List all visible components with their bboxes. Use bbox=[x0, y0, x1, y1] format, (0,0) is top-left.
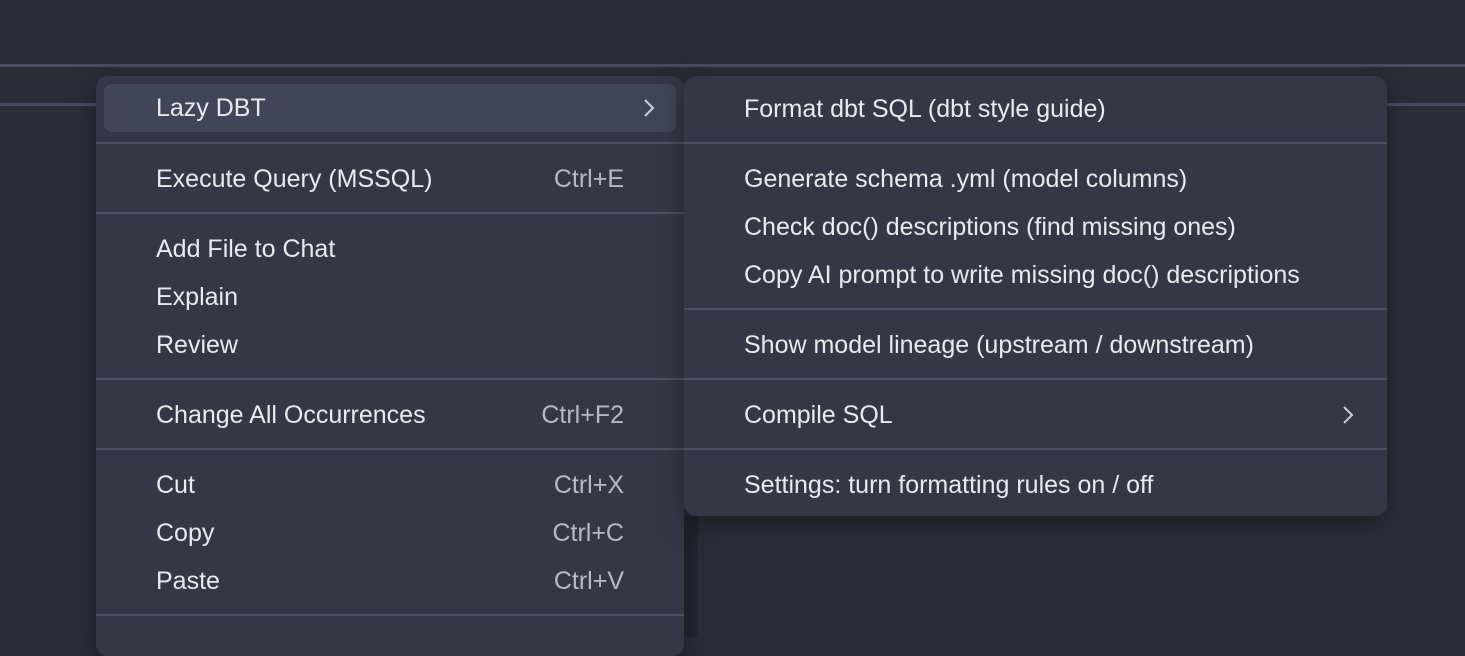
menu-item-execute-query[interactable]: Execute Query (MSSQL) Ctrl+E bbox=[104, 155, 676, 203]
menu-item-label: Check doc() descriptions (find missing o… bbox=[744, 212, 1236, 241]
menu-item-shortcut: Ctrl+V bbox=[553, 566, 624, 595]
menu-item-shortcut: Ctrl+F2 bbox=[541, 400, 624, 429]
title-bar bbox=[0, 0, 1465, 64]
menu-item-label: Change All Occurrences bbox=[156, 400, 426, 429]
menu-item-review[interactable]: Review bbox=[104, 321, 676, 369]
editor-gutter bbox=[684, 516, 698, 638]
menu-separator bbox=[96, 378, 684, 380]
submenu-item-show-model-lineage[interactable]: Show model lineage (upstream / downstrea… bbox=[684, 321, 1387, 369]
chevron-right-icon bbox=[644, 99, 655, 117]
menu-item-explain[interactable]: Explain bbox=[104, 273, 676, 321]
menu-item-add-file-to-chat[interactable]: Add File to Chat bbox=[104, 225, 676, 273]
menu-item-label: Lazy DBT bbox=[156, 93, 266, 122]
submenu-item-settings-formatting-rules[interactable]: Settings: turn formatting rules on / off bbox=[684, 461, 1387, 509]
submenu-item-format-dbt-sql[interactable]: Format dbt SQL (dbt style guide) bbox=[684, 85, 1387, 133]
submenu-item-check-doc-descriptions[interactable]: Check doc() descriptions (find missing o… bbox=[684, 203, 1387, 251]
menu-separator bbox=[96, 614, 684, 616]
submenu-item-generate-schema-yml[interactable]: Generate schema .yml (model columns) bbox=[684, 155, 1387, 203]
menu-item-label: Explain bbox=[156, 282, 238, 311]
menu-item-shortcut: Ctrl+E bbox=[553, 164, 624, 193]
menu-item-label: Cut bbox=[156, 470, 195, 499]
menu-item-label: Review bbox=[156, 330, 238, 359]
top-divider bbox=[0, 64, 1465, 67]
menu-separator bbox=[684, 378, 1387, 380]
menu-separator bbox=[684, 448, 1387, 450]
menu-item-lazy-dbt[interactable]: Lazy DBT bbox=[104, 84, 676, 132]
menu-item-paste[interactable]: Paste Ctrl+V bbox=[104, 557, 676, 605]
menu-item-change-all-occurrences[interactable]: Change All Occurrences Ctrl+F2 bbox=[104, 391, 676, 439]
menu-item-cut[interactable]: Cut Ctrl+X bbox=[104, 461, 676, 509]
menu-separator bbox=[684, 308, 1387, 310]
menu-item-label: Copy AI prompt to write missing doc() de… bbox=[744, 260, 1300, 289]
menu-separator bbox=[96, 142, 684, 144]
menu-item-label: Compile SQL bbox=[744, 400, 893, 429]
menu-item-shortcut: Ctrl+C bbox=[552, 518, 624, 547]
menu-item-label: Add File to Chat bbox=[156, 234, 336, 263]
submenu-item-compile-sql[interactable]: Compile SQL bbox=[684, 391, 1387, 439]
menu-item-label: Generate schema .yml (model columns) bbox=[744, 164, 1188, 193]
menu-item-label: Paste bbox=[156, 566, 220, 595]
menu-separator bbox=[684, 142, 1387, 144]
menu-separator bbox=[96, 212, 684, 214]
submenu-item-copy-ai-prompt[interactable]: Copy AI prompt to write missing doc() de… bbox=[684, 251, 1387, 299]
chevron-right-icon bbox=[1343, 406, 1354, 424]
context-menu: Lazy DBT Execute Query (MSSQL) Ctrl+E Ad… bbox=[96, 76, 684, 656]
menu-item-label: Show model lineage (upstream / downstrea… bbox=[744, 330, 1254, 359]
menu-item-label: Copy bbox=[156, 518, 215, 547]
menu-separator bbox=[96, 448, 684, 450]
menu-item-shortcut: Ctrl+X bbox=[553, 470, 624, 499]
menu-item-label: Settings: turn formatting rules on / off bbox=[744, 470, 1154, 499]
lazy-dbt-submenu: Format dbt SQL (dbt style guide) Generat… bbox=[684, 76, 1387, 516]
menu-item-copy[interactable]: Copy Ctrl+C bbox=[104, 509, 676, 557]
menu-item-label: Execute Query (MSSQL) bbox=[156, 164, 433, 193]
menu-item-label: Format dbt SQL (dbt style guide) bbox=[744, 94, 1106, 123]
